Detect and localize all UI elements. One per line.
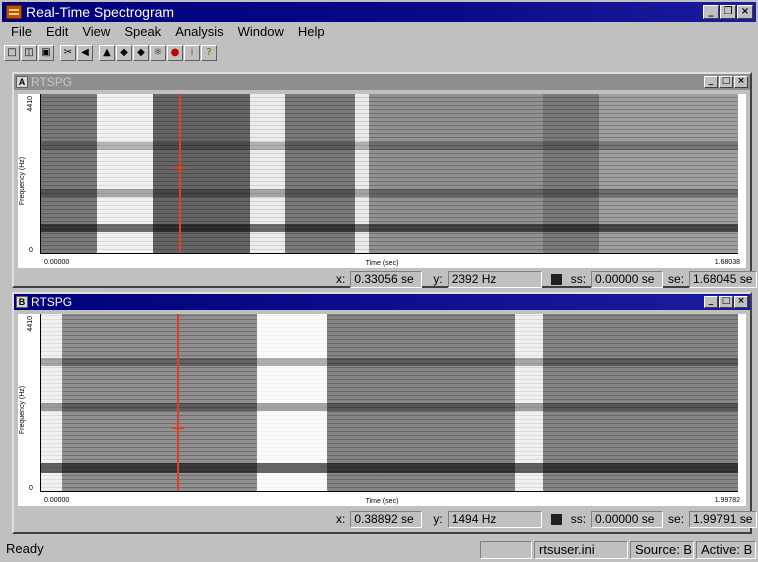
x-readout-field[interactable]: 0.38892 se bbox=[350, 510, 423, 528]
status-ini-file: rtsuser.ini bbox=[534, 540, 628, 559]
x-readout-label: x: bbox=[336, 272, 346, 286]
gear-icon[interactable]: ☼ bbox=[150, 45, 166, 61]
x-axis-label: Time (sec) bbox=[365, 260, 399, 267]
rewind-icon[interactable]: ◀ bbox=[77, 45, 93, 61]
spectrogram-app-icon[interactable] bbox=[6, 5, 22, 19]
se-readout-field[interactable]: 1.68045 se bbox=[689, 270, 758, 288]
status-active: Active: B bbox=[696, 540, 756, 559]
x-end-label: 1.99782 bbox=[714, 497, 740, 504]
y-readout-field[interactable]: 1494 Hz bbox=[447, 510, 542, 528]
y-min-label: 0 bbox=[29, 247, 33, 254]
x-end-label: 1.68038 bbox=[714, 259, 740, 266]
prev-icon[interactable]: ◆ bbox=[116, 45, 132, 61]
menu-view[interactable]: View bbox=[75, 23, 117, 42]
spectrogram-image[interactable] bbox=[40, 94, 738, 254]
window-letter-badge: B bbox=[16, 296, 28, 308]
open-icon[interactable]: ◫ bbox=[21, 45, 37, 61]
menu-speak[interactable]: Speak bbox=[117, 23, 168, 42]
selection-color-swatch bbox=[550, 513, 562, 525]
child-title-bar-a[interactable]: A RTSPG _ □ × bbox=[14, 74, 750, 90]
child-minimize-button[interactable]: _ bbox=[704, 296, 718, 308]
frequency-cursor bbox=[174, 167, 186, 170]
status-bar: Ready rtsuser.ini Source: B Active: B bbox=[2, 539, 756, 560]
ss-readout-label: ss: bbox=[570, 512, 587, 526]
help-icon[interactable]: ? bbox=[201, 45, 217, 61]
y-min-label: 0 bbox=[29, 485, 33, 492]
toolbar: □ ◫ ▣ ✂ ◀ ▲ ◆ ◆ ☼ ● i ? bbox=[4, 43, 217, 63]
y-axis-label: Frequency (Hz) bbox=[19, 156, 26, 206]
frequency-cursor bbox=[171, 427, 184, 430]
y-axis: 4410 Frequency (Hz) 0 bbox=[18, 94, 40, 268]
selection-color-swatch bbox=[550, 273, 562, 285]
next-icon[interactable]: ◆ bbox=[133, 45, 149, 61]
menu-window[interactable]: Window bbox=[231, 23, 291, 42]
x-axis-label: Time (sec) bbox=[365, 498, 399, 505]
x-start-label: 0.00000 bbox=[44, 259, 70, 266]
time-cursor[interactable] bbox=[179, 94, 181, 253]
window-title: Real-Time Spectrogram bbox=[26, 4, 175, 20]
spectrogram-window-b[interactable]: B RTSPG _ □ × 4410 Frequency (Hz) 0 0.00… bbox=[12, 292, 758, 534]
title-bar[interactable]: Real-Time Spectrogram _ ❐ × bbox=[2, 2, 756, 22]
y-axis: 4410 Frequency (Hz) 0 bbox=[18, 314, 40, 506]
se-readout-label: se: bbox=[668, 512, 685, 526]
ss-readout-field[interactable]: 0.00000 se bbox=[591, 270, 664, 288]
child-close-button[interactable]: × bbox=[734, 296, 748, 308]
time-cursor[interactable] bbox=[176, 314, 179, 491]
y-axis-label: Frequency (Hz) bbox=[19, 385, 26, 435]
y-readout-field[interactable]: 2392 Hz bbox=[447, 270, 542, 288]
x-start-label: 0.00000 bbox=[44, 497, 70, 504]
child-window-title: RTSPG bbox=[31, 75, 73, 89]
restore-button[interactable]: ❐ bbox=[720, 5, 736, 19]
child-close-button[interactable]: × bbox=[734, 76, 748, 88]
child-title-bar-b[interactable]: B RTSPG _ □ × bbox=[14, 294, 750, 310]
child-window-title: RTSPG bbox=[31, 295, 73, 309]
ss-readout-label: ss: bbox=[570, 272, 587, 286]
save-icon[interactable]: ▣ bbox=[38, 45, 54, 61]
y-max-label: 4410 bbox=[27, 316, 34, 332]
x-readout-label: x: bbox=[336, 512, 346, 526]
menu-bar: File Edit View Speak Analysis Window Hel… bbox=[4, 23, 332, 42]
new-icon[interactable]: □ bbox=[4, 45, 20, 61]
minimize-button[interactable]: _ bbox=[703, 5, 719, 19]
menu-edit[interactable]: Edit bbox=[39, 23, 75, 42]
spectrogram-image[interactable] bbox=[40, 314, 738, 492]
spectrogram-window-a[interactable]: A RTSPG _ □ × 4410 Frequency (Hz) 0 0.00… bbox=[12, 72, 758, 288]
se-readout-label: se: bbox=[668, 272, 685, 286]
eraser-icon[interactable]: ▲ bbox=[99, 45, 115, 61]
child-maximize-button[interactable]: □ bbox=[719, 76, 733, 88]
info-icon[interactable]: i bbox=[184, 45, 200, 61]
x-readout-field[interactable]: 0.33056 se bbox=[350, 270, 423, 288]
window-letter-badge: A bbox=[16, 76, 28, 88]
se-readout-field[interactable]: 1.99791 se bbox=[689, 510, 758, 528]
spectrogram-plot[interactable]: 4410 Frequency (Hz) 0 0.00000 Time (sec)… bbox=[18, 94, 746, 268]
child-maximize-button[interactable]: □ bbox=[719, 296, 733, 308]
y-readout-label: y: bbox=[433, 512, 443, 526]
cursor-readout: x: 0.38892 se y: 1494 Hz ss: 0.00000 se … bbox=[334, 510, 758, 528]
menu-file[interactable]: File bbox=[4, 23, 39, 42]
mdi-workspace: A RTSPG _ □ × 4410 Frequency (Hz) 0 0.00… bbox=[4, 66, 758, 536]
record-icon[interactable]: ● bbox=[167, 45, 183, 61]
status-ready: Ready bbox=[6, 540, 44, 556]
ss-readout-field[interactable]: 0.00000 se bbox=[591, 510, 664, 528]
menu-analysis[interactable]: Analysis bbox=[168, 23, 230, 42]
y-max-label: 4410 bbox=[27, 96, 34, 112]
y-readout-label: y: bbox=[433, 272, 443, 286]
application-window: Real-Time Spectrogram _ ❐ × File Edit Vi… bbox=[0, 0, 758, 562]
menu-help[interactable]: Help bbox=[291, 23, 332, 42]
child-minimize-button[interactable]: _ bbox=[704, 76, 718, 88]
status-blank-pane bbox=[480, 540, 532, 559]
cursor-readout: x: 0.33056 se y: 2392 Hz ss: 0.00000 se … bbox=[334, 270, 758, 288]
cut-icon[interactable]: ✂ bbox=[60, 45, 76, 61]
spectrogram-plot[interactable]: 4410 Frequency (Hz) 0 0.00000 Time (sec)… bbox=[18, 314, 746, 506]
close-button[interactable]: × bbox=[737, 5, 753, 19]
status-source: Source: B bbox=[630, 540, 694, 559]
